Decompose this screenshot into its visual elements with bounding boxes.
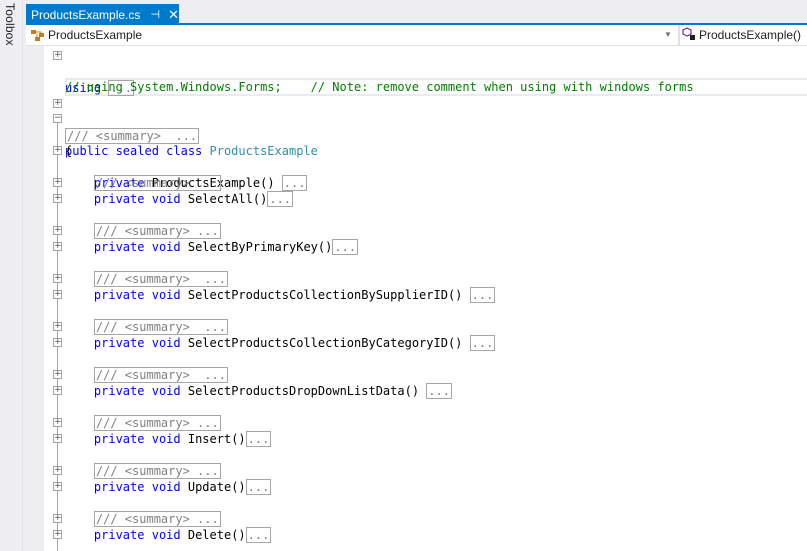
toolbox-rail[interactable]: Toolbox [0, 0, 22, 551]
keyword: private [93, 192, 145, 206]
pin-icon[interactable]: ⊣ [150, 8, 160, 21]
expand-icon[interactable]: + [53, 418, 62, 427]
code-line-constructor: + private ProductsExample() ... [44, 143, 308, 191]
code-line-comment: // using System.Windows.Forms; // Note: … [44, 63, 694, 94]
collapsed-region[interactable]: ... [245, 431, 272, 447]
method-name: SelectProductsCollectionByCategoryID() [187, 336, 463, 350]
collapsed-region[interactable]: ... [281, 175, 308, 191]
expand-icon[interactable]: + [53, 322, 62, 331]
code-editor[interactable]: + using ... // using System.Windows.Form… [44, 46, 807, 551]
expand-icon[interactable]: + [53, 434, 62, 443]
expand-icon[interactable]: + [53, 290, 62, 299]
collapsed-summary[interactable]: /// <summary> ... [93, 463, 221, 479]
code-line-brace: { [44, 127, 73, 158]
class-icon [30, 28, 46, 42]
indicator-margin [26, 46, 44, 551]
collapsed-summary[interactable]: /// <summary> ... [93, 175, 221, 191]
member-dropdown[interactable]: ProductsExample() [682, 25, 801, 45]
collapsed-summary[interactable]: /// <summary> ... [93, 511, 221, 527]
member-dropdown-label: ProductsExample() [699, 28, 802, 42]
keyword: void [151, 384, 181, 398]
divider [678, 25, 680, 45]
method-private-icon [682, 26, 696, 44]
collapsed-summary[interactable]: /// <summary> ... [93, 415, 221, 431]
expand-icon[interactable]: + [53, 242, 62, 251]
keyword: private [93, 336, 145, 350]
keyword: private [93, 480, 145, 494]
keyword: private [93, 240, 145, 254]
keyword: void [151, 288, 181, 302]
method-name: Update() [187, 480, 246, 494]
tab-products-example-cs[interactable]: ProductsExample.cs ⊣ ✕ [26, 4, 179, 25]
expand-icon[interactable]: + [53, 274, 62, 283]
navigation-bar: ProductsExample ▼ ProductsExample() [26, 25, 807, 46]
collapsed-summary[interactable]: /// <summary> ... [93, 223, 221, 239]
collapsed-summary[interactable]: /// <summary> ... [93, 367, 228, 383]
collapsed-region[interactable]: ... [469, 335, 496, 351]
expand-icon[interactable]: + [53, 370, 62, 379]
expand-icon[interactable]: + [53, 99, 62, 108]
toolbox-tab[interactable]: Toolbox [3, 3, 17, 46]
keyword: private [93, 528, 145, 542]
divider [22, 0, 23, 551]
keyword: private [93, 384, 145, 398]
method-name: SelectByPrimaryKey() [187, 240, 333, 254]
expand-icon[interactable]: + [53, 338, 62, 347]
keyword: public sealed class [65, 144, 210, 158]
keyword: void [151, 480, 181, 494]
method-name: Delete() [187, 528, 246, 542]
keyword: void [151, 192, 181, 206]
collapse-icon[interactable]: − [53, 114, 62, 123]
collapsed-region[interactable]: ... [245, 479, 272, 495]
class-name: ProductsExample [209, 144, 318, 158]
expand-icon[interactable]: + [53, 226, 62, 235]
collapsed-summary[interactable]: /// <summary> ... [65, 128, 200, 144]
collapsed-summary[interactable]: /// <summary> ... [93, 271, 228, 287]
expand-icon[interactable]: + [53, 146, 62, 155]
method-name: SelectAll() [187, 192, 268, 206]
keyword: void [151, 432, 181, 446]
code-line-class-decl: − public sealed class ProductsExample [44, 111, 318, 158]
type-dropdown-label: ProductsExample [48, 28, 143, 42]
code-line-using: + using ... [44, 48, 135, 96]
code-line-class-summary: + /// <summary> ... [44, 96, 200, 144]
expand-icon[interactable]: + [53, 194, 62, 203]
expand-icon[interactable]: + [53, 51, 62, 60]
comment: // using System.Windows.Forms; // Note: … [65, 80, 694, 94]
expand-icon[interactable]: + [53, 386, 62, 395]
type-dropdown[interactable]: ProductsExample [26, 25, 678, 45]
chevron-down-icon[interactable]: ▼ [664, 30, 672, 39]
expand-icon[interactable]: + [53, 178, 62, 187]
collapsed-region[interactable]: ... [245, 527, 272, 543]
expand-icon[interactable]: + [53, 466, 62, 475]
close-icon[interactable]: ✕ [168, 7, 179, 23]
collapsed-region[interactable]: ... [332, 239, 359, 255]
expand-icon[interactable]: + [53, 514, 62, 523]
keyword: void [151, 336, 181, 350]
collapsed-region[interactable]: ... [267, 191, 294, 207]
tab-title: ProductsExample.cs [31, 7, 141, 22]
expand-icon[interactable]: + [53, 530, 62, 539]
method-name: SelectProductsDropDownListData() [187, 384, 420, 398]
collapsed-region[interactable]: ... [426, 383, 452, 399]
collapsed-region[interactable]: ... [469, 287, 496, 303]
keyword: private [93, 432, 145, 446]
collapsed-summary[interactable]: /// <summary> ... [93, 319, 228, 335]
keyword: void [151, 240, 181, 254]
keyword: private [93, 288, 145, 302]
method-name: Insert() [187, 432, 246, 446]
expand-icon[interactable]: + [53, 482, 62, 491]
method-name: SelectProductsCollectionBySupplierID() [187, 288, 463, 302]
keyword: void [151, 528, 181, 542]
